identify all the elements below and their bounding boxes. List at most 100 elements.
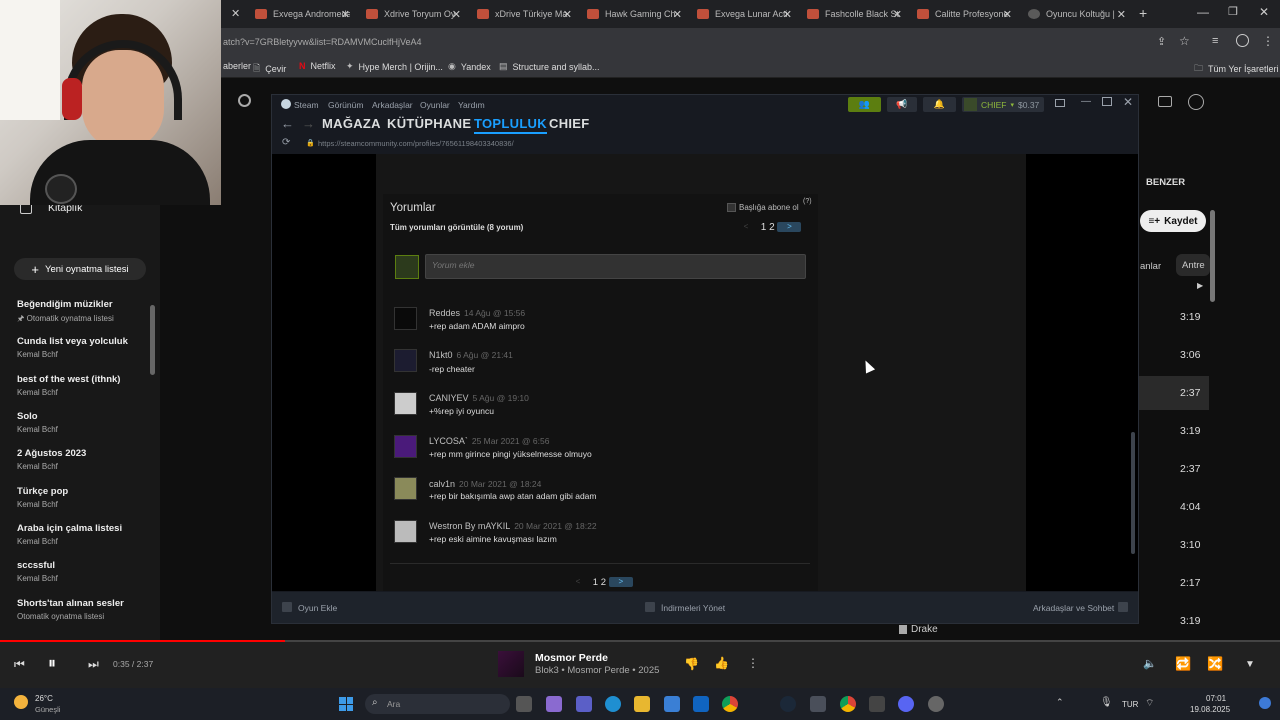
prev-page-button[interactable]: < — [566, 577, 590, 587]
chrome-icon[interactable] — [722, 696, 738, 712]
page-numbers[interactable]: 1 2 — [761, 222, 775, 233]
announcements-button[interactable]: 📢 — [887, 97, 917, 112]
comment-author[interactable]: LYCOSA` 25 Mar 2021 @ 6:56 — [429, 436, 549, 446]
tab-related[interactable]: BENZER — [1146, 177, 1185, 188]
playlist-title[interactable]: Araba için çalma listesi — [17, 523, 122, 534]
steam-menu-item[interactable]: Yardım — [458, 100, 485, 110]
view-all-comments[interactable]: Tüm yorumları görüntüle (8 yorum) — [390, 223, 523, 232]
playlist-title[interactable]: Beğendiğim müzikler — [17, 299, 113, 310]
close-tab-icon[interactable]: ✕ — [893, 8, 902, 21]
clock-date[interactable]: 19.08.2025 — [1190, 705, 1230, 714]
nav-store[interactable]: MAĞAZA — [322, 116, 381, 131]
bookmark-item[interactable]: ◉ Yandex — [448, 61, 491, 72]
comment-author[interactable]: N1kt0 6 Ağu @ 21:41 — [429, 350, 513, 360]
notification-icon[interactable] — [1259, 697, 1271, 709]
big-picture-icon[interactable] — [1055, 99, 1065, 107]
like-icon[interactable]: 👍 — [714, 656, 729, 670]
steam-menu-item[interactable]: Arkadaşlar — [372, 100, 413, 110]
playlist-title[interactable]: 2 Ağustos 2023 — [17, 448, 86, 459]
maximize-window-icon[interactable]: ❐ — [1228, 5, 1238, 18]
account-button[interactable]: CHIEF ▾ $0.37 — [962, 97, 1044, 112]
browser-tab[interactable]: Xdrive Toryum Oy ✕ — [366, 4, 461, 24]
browser-tab[interactable]: Hawk Gaming Ch ✕ — [587, 4, 682, 24]
url-text[interactable]: atch?v=7GRBletyyvw&list=RDAMVMCuclfHjVeA… — [223, 37, 422, 47]
taskbar-search[interactable]: ⌕ Ara — [365, 694, 510, 714]
close-tab-icon[interactable]: ✕ — [1117, 8, 1126, 21]
install-app-icon[interactable]: ⇪ — [1157, 35, 1166, 48]
more-icon[interactable]: ⋮ — [747, 656, 759, 670]
store-icon[interactable] — [664, 696, 680, 712]
chat-icon[interactable] — [1118, 602, 1128, 612]
language-indicator[interactable]: TUR — [1122, 700, 1138, 709]
weather-icon[interactable] — [14, 695, 28, 709]
chip[interactable]: anlar — [1140, 261, 1161, 272]
next-page-button[interactable]: > — [608, 577, 633, 588]
song-title[interactable]: Mosmor Perde — [535, 652, 608, 664]
dislike-icon[interactable]: 👎 — [684, 657, 699, 671]
close-tab-icon[interactable]: ✕ — [452, 8, 461, 21]
playlist-title[interactable]: Cunda list veya yolculuk — [17, 336, 128, 347]
wifi-icon[interactable]: ⌔ — [1145, 697, 1154, 710]
playlist-title[interactable]: sccssful — [17, 560, 55, 571]
close-tab-icon[interactable]: ✕ — [231, 7, 240, 20]
browser-tab[interactable]: Fashcolle Black St ✕ — [807, 4, 902, 24]
album-art[interactable] — [498, 651, 524, 677]
playlist-title[interactable]: Türkçe pop — [17, 486, 68, 497]
commenter-avatar[interactable] — [394, 392, 417, 415]
steam-menu-item[interactable]: Görünüm — [328, 100, 363, 110]
bookmark-item[interactable]: 🗀 Tüm Yer İşaretleri — [1194, 61, 1279, 77]
expand-player-icon[interactable]: ▼ — [1245, 659, 1255, 670]
comment-author[interactable]: calv1n 20 Mar 2021 @ 18:24 — [429, 479, 541, 489]
close-tab-icon[interactable]: ✕ — [673, 8, 682, 21]
steam-menu-item[interactable]: Oyunlar — [420, 100, 450, 110]
downloads-icon[interactable] — [645, 602, 655, 612]
browser-tab[interactable]: Exvega Lunar Acti ✕ — [697, 4, 792, 24]
discord-icon[interactable] — [898, 696, 914, 712]
steam-menu-item[interactable]: Steam — [294, 100, 319, 110]
next-icon[interactable]: ⏭ — [88, 657, 99, 672]
close-tab-icon[interactable]: ✕ — [341, 8, 350, 21]
queue-scrollbar[interactable] — [1210, 210, 1215, 302]
bookmark-star-icon[interactable]: ☆ — [1179, 34, 1190, 48]
cast-icon[interactable] — [1158, 96, 1172, 107]
bookmark-item[interactable]: 🗎 Çevir — [253, 61, 286, 77]
prev-page-button[interactable]: < — [734, 222, 758, 232]
commenter-avatar[interactable] — [394, 520, 417, 543]
notifications-button[interactable]: 🔔 — [923, 97, 956, 112]
page-numbers[interactable]: 1 2 — [593, 577, 606, 588]
app-icon[interactable] — [810, 696, 826, 712]
save-button[interactable]: ≡+ Kaydet — [1140, 210, 1206, 232]
playlist-title[interactable]: Solo — [17, 411, 38, 422]
menu-dots-icon[interactable]: ⋮ — [1262, 34, 1274, 48]
browser-tab[interactable]: Calitte Profesyone ✕ — [917, 4, 1012, 24]
close-tab-icon[interactable]: ✕ — [1003, 8, 1012, 21]
comment-author[interactable]: CANIYEV 5 Ağu @ 19:10 — [429, 393, 529, 403]
playlist-icon[interactable]: ≡ — [1212, 35, 1218, 47]
chip[interactable]: Antre — [1176, 254, 1210, 276]
teams-icon[interactable] — [576, 696, 592, 712]
add-game-icon[interactable] — [282, 602, 292, 612]
playlist-title[interactable]: Shorts'tan alınan sesler — [17, 598, 124, 609]
next-page-button[interactable]: > — [777, 222, 802, 233]
game-icon[interactable] — [869, 696, 885, 712]
chrome-icon[interactable] — [840, 696, 856, 712]
sidebar-scrollbar[interactable] — [150, 305, 155, 375]
forward-arrow-icon[interactable]: → — [302, 116, 315, 131]
add-game-button[interactable]: Oyun Ekle — [298, 603, 337, 613]
commenter-avatar[interactable] — [394, 349, 417, 372]
close-icon[interactable]: ✕ — [1123, 95, 1133, 109]
clock-time[interactable]: 07:01 — [1206, 694, 1226, 703]
pause-icon[interactable]: ⏸ — [48, 655, 56, 673]
settings-icon[interactable] — [928, 696, 944, 712]
tray-chevron-icon[interactable]: ⌃ — [1056, 697, 1064, 708]
copilot-icon[interactable] — [546, 696, 562, 712]
chevron-right-icon[interactable]: ▶ — [1197, 281, 1203, 290]
mic-icon[interactable]: 🎙 — [1100, 697, 1113, 708]
friends-button[interactable]: 👥 — [848, 97, 881, 112]
file-explorer-icon[interactable] — [516, 696, 532, 712]
steam-url[interactable]: https://steamcommunity.com/profiles/7656… — [318, 139, 514, 148]
edge-icon[interactable] — [605, 696, 621, 712]
minimize-icon[interactable]: — — [1081, 96, 1091, 107]
manage-downloads-button[interactable]: İndirmeleri Yönet — [661, 603, 725, 613]
steam-icon[interactable] — [780, 696, 796, 712]
